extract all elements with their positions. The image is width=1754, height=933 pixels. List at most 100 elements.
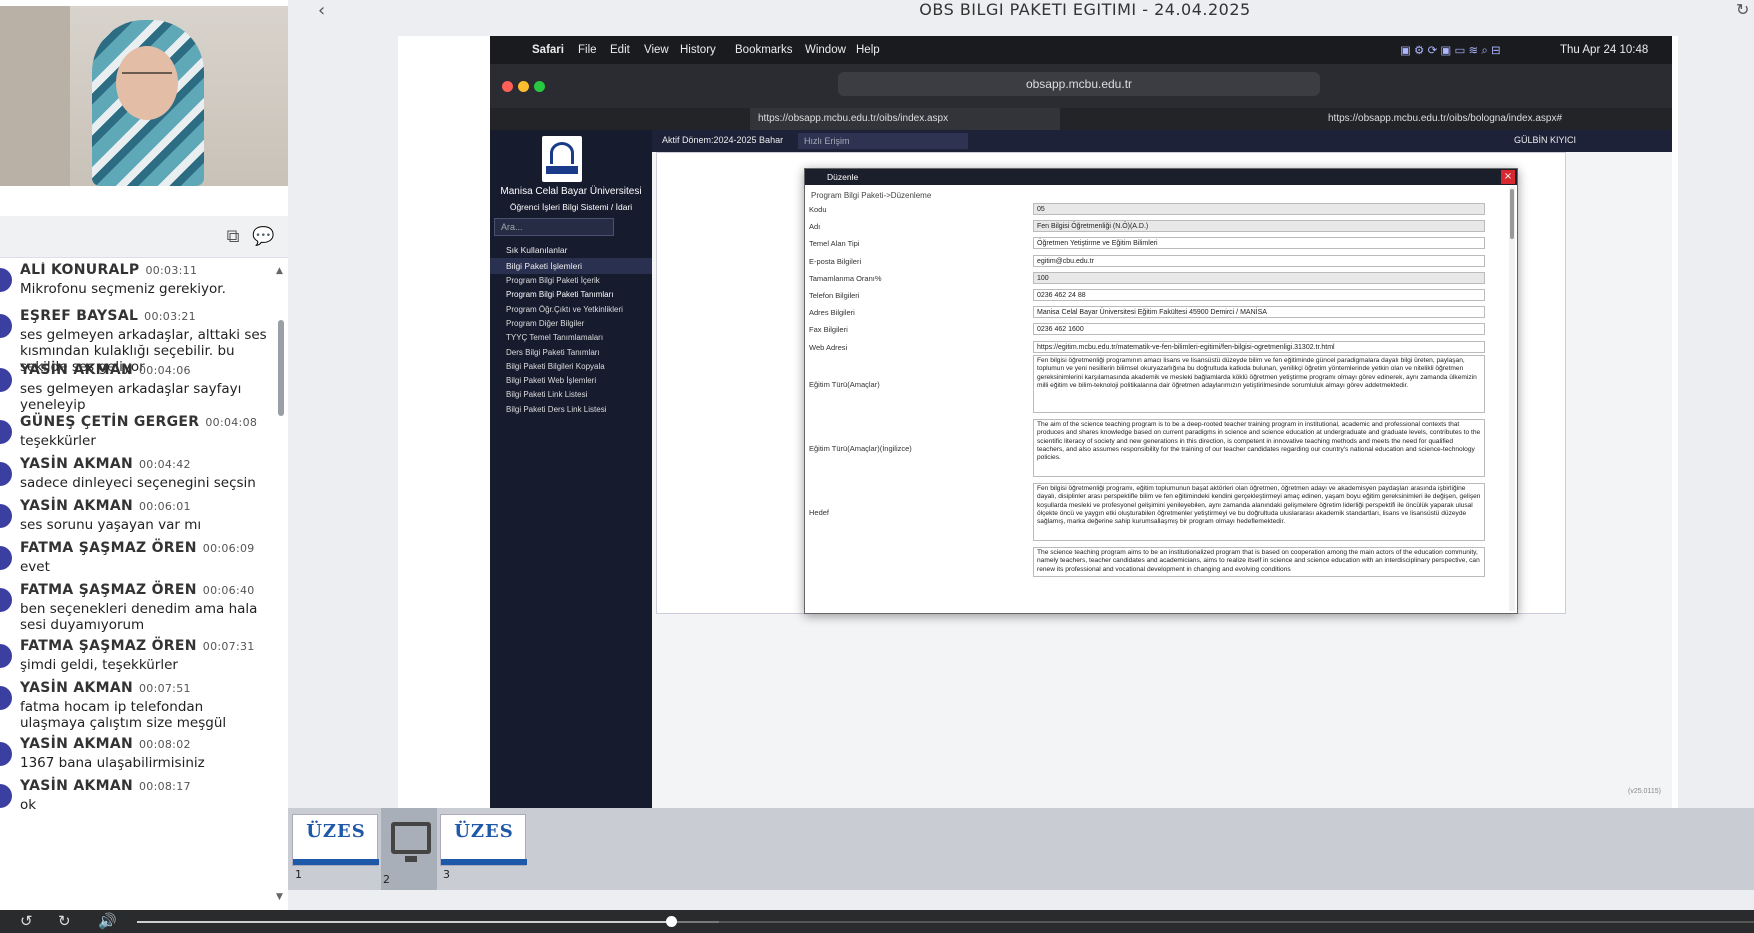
field-label: E-posta Bilgileri (809, 256, 862, 266)
field-label: Eğitim Türü(Amaçlar) (809, 380, 880, 389)
message-time: 00:03:21 (144, 310, 196, 323)
message-text: 1367 bana ulaşabilirmisiniz (20, 755, 205, 771)
field-value: Fen Bilgisi Öğretmenliği (N.Ö)(A.D.) (1033, 220, 1485, 233)
webcam-video (0, 6, 288, 186)
field-value: https://egitim.mcbu.edu.tr/matematik-ve-… (1033, 340, 1485, 353)
rewind-icon[interactable]: ↺ (20, 912, 33, 930)
edit-modal: Düzenle × Program Bilgi Paketi->Düzenlem… (804, 168, 1518, 614)
field-label: Kodu (809, 205, 827, 214)
message-text: evet (20, 559, 50, 575)
message-time: 00:06:40 (202, 584, 255, 597)
field-textarea: Fen bilgisi öğretmenliği programı, eğiti… (1033, 483, 1485, 541)
scroll-down-icon[interactable]: ▼ (276, 892, 283, 902)
menubar-clock: Thu Apr 24 10:48 (1560, 44, 1649, 56)
sidebar-item: Program Öğr.Çıktı ve Yetkinlikleri (506, 304, 623, 314)
sender-name: YASİN AKMAN 00:07:51 (20, 680, 191, 696)
message-text: sadece dinleyeci seçenegini seçsin (20, 475, 256, 491)
message-time: 00:07:51 (138, 682, 191, 695)
menu-safari: Safari (532, 44, 564, 56)
back-chevron-icon[interactable]: ‹ (318, 0, 325, 21)
field-label: Telefon Bilgileri (809, 291, 860, 300)
modal-scrollbar (1509, 187, 1515, 611)
sidebar-item: TYYÇ Temel Tanımlamaları (506, 333, 604, 343)
avatar (0, 368, 12, 392)
sender-name: YASİN AKMAN 00:06:01 (20, 498, 191, 514)
thumbnail-3[interactable]: ÜZES 3 (440, 814, 527, 881)
message-time: 00:04:06 (138, 364, 191, 377)
message-text: ok (20, 797, 37, 813)
avatar (0, 268, 12, 292)
menu-history: History (680, 44, 716, 56)
message-time: 00:04:42 (138, 458, 191, 471)
menu-file: File (578, 44, 597, 56)
field-label: Tamamlanma Oranı% (809, 273, 882, 283)
sender-name: ALİ KONURALP 00:03:11 (20, 262, 198, 278)
sender-name: YASİN AKMAN 00:08:02 (20, 736, 191, 752)
menu-help: Help (856, 44, 880, 56)
message-time: 00:03:11 (145, 264, 198, 277)
avatar (0, 420, 12, 444)
quick-access-field: Hızlı Erişim (798, 133, 968, 149)
field-label: Adres Bilgileri (809, 308, 855, 318)
field-textarea: Fen bilgisi öğretmenliği programının ama… (1033, 355, 1485, 413)
modal-breadcrumb: Program Bilgi Paketi->Düzenleme (811, 191, 932, 200)
avatar (0, 686, 12, 710)
seek-bar[interactable] (137, 916, 1754, 927)
version-label: (v25.0115) (1628, 788, 1661, 795)
zoom-window-icon (534, 81, 545, 92)
chat-scroll-thumb[interactable] (278, 320, 284, 416)
sidebar-item: Ders Bilgi Paketi Tanımları (506, 347, 600, 357)
seek-knob[interactable] (665, 916, 677, 927)
thumbnail-1[interactable]: ÜZES 1 (292, 814, 379, 881)
obs-topbar: Aktif Dönem:2024-2025 Bahar Hızlı Erişim… (652, 130, 1672, 152)
message-text: fatma hocam ip telefondan ulaşmaya çalış… (20, 699, 227, 731)
slide-thumbnails: ÜZES 1 2 ÜZES 3 (288, 808, 1754, 890)
avatar (0, 546, 12, 570)
sender-name: FATMA ŞAŞMAZ ÖREN 00:06:09 (20, 540, 255, 556)
obs-sidebar: Manisa Celal Bayar Üniversitesi Öğrenci … (490, 130, 652, 808)
avatar (0, 314, 12, 338)
message-time: 00:08:02 (138, 738, 191, 751)
forward-icon[interactable]: ↻ (58, 912, 71, 930)
sidebar-item: Program Bilgi Paketi İçerik (506, 276, 600, 285)
field-value: egitim@cbu.edu.tr (1033, 254, 1485, 267)
tab-bologna: https://obsapp.mcbu.edu.tr/oibs/bologna/… (1328, 113, 1563, 124)
sender-name: GÜNEŞ ÇETİN GERGER 00:04:08 (20, 414, 258, 430)
message-time: 00:04:08 (205, 416, 258, 429)
modal-header: Düzenle (805, 169, 1517, 185)
sidebar-item: Bilgi Paketi Bilgileri Kopyala (506, 361, 605, 371)
field-textarea: The science teaching program aims to be … (1033, 547, 1485, 577)
message-text: şimdi geldi, teşekkürler (20, 657, 178, 673)
playback-bar: ↺ ↻ 🔊 (0, 910, 1754, 933)
scroll-up-icon[interactable]: ▲ (276, 266, 283, 276)
thumbnail-2[interactable]: 2 (381, 808, 437, 890)
university-logo (542, 136, 582, 182)
chat-scrollbar[interactable]: ▲ ▼ (276, 262, 286, 902)
menu-window: Window (805, 44, 846, 56)
field-value: Öğretmen Yetiştirme ve Eğitim Bilimleri (1033, 237, 1485, 250)
message-text: ben seçenekleri denedim ama hala sesi du… (20, 601, 258, 633)
field-label: Adı (809, 222, 821, 232)
sender-name: YASİN AKMAN 00:04:42 (20, 456, 191, 472)
refresh-icon[interactable]: ↻ (1736, 0, 1749, 19)
chat-bubbles-icon[interactable]: 💬 (252, 226, 274, 248)
menu-bookmarks: Bookmarks (735, 44, 793, 56)
volume-icon[interactable]: 🔊 (98, 912, 117, 930)
sender-name: FATMA ŞAŞMAZ ÖREN 00:06:40 (20, 582, 255, 598)
package-section: Bilgi Paketi İşlemleri (490, 258, 652, 274)
field-label: Temel Alan Tipi (809, 239, 860, 249)
mac-menubar: Safari File Edit View History Bookmarks … (490, 36, 1672, 64)
field-label: Hedef (809, 508, 830, 517)
user-name: GÜLBİN KIYICI (1514, 135, 1577, 145)
message-text: teşekkürler (20, 433, 96, 449)
message-text: ses gelmeyen arkadaşlar sayfayı yeneleyi… (20, 381, 242, 413)
copy-icon[interactable]: ⧉ (222, 226, 244, 248)
avatar (0, 644, 12, 668)
close-window-icon (502, 81, 513, 92)
avatar (0, 784, 12, 808)
university-name: Manisa Celal Bayar Üniversitesi (500, 186, 642, 197)
active-period: Aktif Dönem:2024-2025 Bahar (662, 135, 784, 145)
message-time: 00:08:17 (138, 780, 191, 793)
modal-close-icon: × (1501, 170, 1515, 184)
sender-name: EŞREF BAYSAL 00:03:21 (20, 308, 196, 324)
